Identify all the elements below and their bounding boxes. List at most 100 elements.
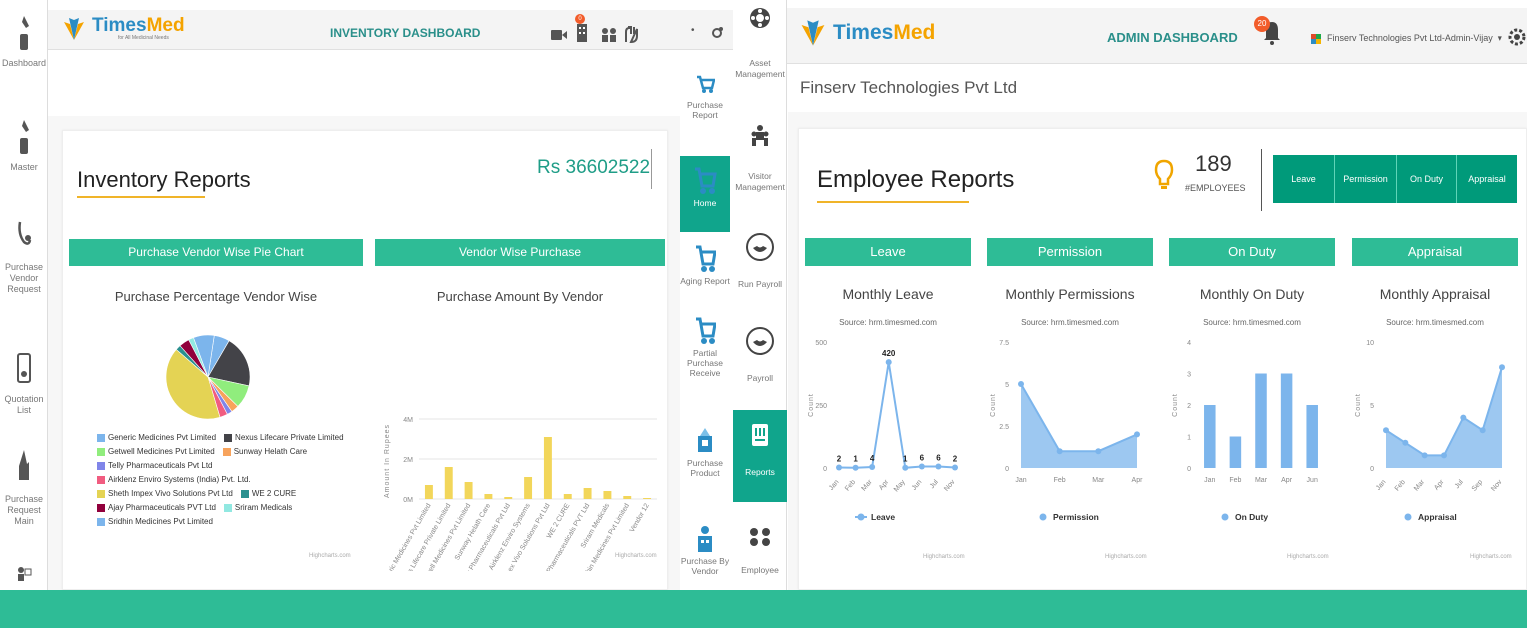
admin-notifications-button[interactable]: 20 xyxy=(1254,16,1282,51)
hand-icon[interactable] xyxy=(623,24,639,44)
nav-payroll[interactable]: Payroll xyxy=(733,326,787,384)
pie-legend-item[interactable]: Telly Pharmaceuticals Pvt Ltd xyxy=(97,461,213,470)
chart-legend[interactable]: Permission xyxy=(1039,512,1099,522)
hr-highcharts-credit[interactable]: Highcharts.com xyxy=(923,554,965,560)
hr-chart-svg[interactable]: 0 1 2 3 4 Count Jan Feb Mar Apr Jun On Duty xyxy=(1169,332,1335,542)
users-icon[interactable] xyxy=(601,28,617,42)
vendor-bar[interactable] xyxy=(484,494,493,499)
nav-partial-purchase-receive[interactable]: Partial Purchase Receive xyxy=(680,316,730,378)
nav-aging-report[interactable]: Aging Report xyxy=(680,244,730,286)
video-icon[interactable] xyxy=(551,28,567,42)
data-point[interactable] xyxy=(1499,364,1505,371)
hr-highcharts-credit[interactable]: Highcharts.com xyxy=(1287,554,1329,560)
asset-icon[interactable] xyxy=(748,6,772,30)
user-menu[interactable]: Finserv Technologies Pvt Ltd-Admin-Vijay… xyxy=(1327,33,1502,44)
nav-purchase-product[interactable]: Purchase Product xyxy=(680,426,730,478)
pie-legend-item[interactable]: Generic Medicines Pvt Limited xyxy=(97,433,216,442)
nav-home[interactable]: Home xyxy=(680,156,730,232)
data-point[interactable] xyxy=(1460,414,1467,421)
highcharts-credit[interactable]: Highcharts.com xyxy=(309,553,351,559)
dropdown-caret-icon[interactable]: • xyxy=(691,25,695,36)
hr-chart-svg[interactable]: 0 5 10 Count Jan Feb Mar Apr Jul Sep Nov Appraisal xyxy=(1352,332,1518,542)
sidebar-item-purchase-request-main[interactable]: Purchase Request Main xyxy=(0,448,48,527)
data-point[interactable] xyxy=(869,463,876,470)
x-tick-label: Jan xyxy=(1015,477,1026,484)
vendor-bar[interactable] xyxy=(603,491,612,499)
vendor-bar[interactable] xyxy=(563,494,572,499)
settings-gear-icon[interactable] xyxy=(710,26,724,40)
vendor-bar[interactable] xyxy=(524,477,533,499)
data-point[interactable] xyxy=(885,359,892,366)
data-point[interactable] xyxy=(952,464,958,471)
vendor-bar[interactable] xyxy=(623,496,632,499)
pie-legend-item[interactable]: Sriram Medicals xyxy=(223,503,292,512)
timesmed-logo[interactable]: TimesMed for All Medicinal Needs xyxy=(60,16,185,42)
sidebar-item-master[interactable]: Master xyxy=(0,118,48,173)
chart-legend[interactable]: Appraisal xyxy=(1404,512,1457,522)
data-point[interactable] xyxy=(1402,439,1409,446)
nav-visitor-management[interactable]: Visitor Management xyxy=(733,124,787,193)
vendor-bar-chart[interactable]: 0M 2M 4M Amount In Rupees Generic Medicines … xyxy=(375,311,665,571)
pie-legend-item[interactable]: Ajay Pharmaceuticals PVT Ltd xyxy=(97,503,216,512)
vendor-bar[interactable] xyxy=(543,437,552,499)
vendor-bar[interactable] xyxy=(444,467,453,499)
pie-legend-item[interactable]: Sheth Impex Vivo Solutions Pvt Ltd xyxy=(97,489,233,498)
vendor-bar[interactable] xyxy=(504,497,513,499)
sidebar-item-purchase-vendor-request[interactable]: Purchase Vendor Request xyxy=(0,220,48,295)
sidebar-item-quotation-list[interactable]: Quotation List xyxy=(0,350,48,416)
highcharts-credit-2[interactable]: Highcharts.com xyxy=(615,553,657,559)
pie-legend-item[interactable]: Getwell Medicines Pvt Limited xyxy=(97,447,215,456)
hr-highcharts-credit[interactable]: Highcharts.com xyxy=(1470,554,1512,560)
data-point[interactable] xyxy=(1421,452,1428,459)
nav-run-payroll[interactable]: Run Payroll xyxy=(733,232,787,290)
on-duty-bar[interactable] xyxy=(1306,405,1318,468)
pie-legend-item[interactable]: Sridhin Medicines Pvt Limited xyxy=(97,517,213,526)
hr-chart-svg[interactable]: 0 250 500 Count 2 Jan 1 Feb 4 Mar 420 Apr 1 May 6 Jun 6 J… xyxy=(805,332,971,542)
pie-legend-item[interactable]: Sunway Helath Care xyxy=(222,447,307,456)
vendor-bar[interactable] xyxy=(583,488,592,499)
sidebar-item-dashboard[interactable]: Dashboard xyxy=(0,14,48,69)
vendor-bar[interactable] xyxy=(464,482,473,499)
y-tick-label: 250 xyxy=(815,403,827,410)
data-point[interactable] xyxy=(1383,427,1389,434)
data-point[interactable] xyxy=(1095,448,1102,455)
pie-legend-item[interactable]: Airklenz Enviro Systems (India) Pvt. Ltd… xyxy=(97,475,251,484)
pie-legend-item[interactable]: Nexus Lifecare Private Limited xyxy=(224,433,344,442)
sidebar-item-more[interactable] xyxy=(0,565,48,587)
on-duty-bar[interactable] xyxy=(1280,373,1293,469)
hr-highcharts-credit[interactable]: Highcharts.com xyxy=(1105,554,1147,560)
permission-button[interactable]: Permission xyxy=(1335,155,1397,203)
admin-settings-gear-icon[interactable] xyxy=(1507,26,1527,48)
nav-purchase-by-vendor[interactable]: Purchase By Vendor xyxy=(680,524,730,576)
data-point[interactable] xyxy=(1479,427,1486,434)
appraisal-button[interactable]: Appraisal xyxy=(1457,155,1517,203)
pie-legend-item[interactable]: WE 2 CURE xyxy=(240,489,296,498)
data-point[interactable] xyxy=(1056,448,1063,455)
on-duty-bar[interactable] xyxy=(1255,373,1267,469)
vendor-bar[interactable] xyxy=(643,498,652,499)
data-point[interactable] xyxy=(935,463,942,470)
leave-button[interactable]: Leave xyxy=(1273,155,1335,203)
data-point[interactable] xyxy=(1018,381,1024,387)
data-point[interactable] xyxy=(836,464,842,471)
nav-employee[interactable]: Employee xyxy=(733,526,787,576)
on-duty-button[interactable]: On Duty xyxy=(1397,155,1457,203)
on-duty-bar[interactable] xyxy=(1229,436,1242,469)
nav-reports[interactable]: Reports xyxy=(733,410,787,502)
vendor-pie-chart[interactable] xyxy=(163,327,253,427)
on-duty-bar[interactable] xyxy=(1204,405,1216,468)
notifications-button[interactable]: 0 xyxy=(575,14,589,47)
data-point[interactable] xyxy=(1134,431,1140,438)
data-point[interactable] xyxy=(902,464,909,471)
hr-chart-svg[interactable]: 0 2.5 5 7.5 Count Jan Feb Mar Apr Permission xyxy=(987,332,1153,542)
chart-legend[interactable]: Leave xyxy=(855,512,895,522)
admin-timesmed-logo[interactable]: TimesMed xyxy=(797,18,935,48)
data-point[interactable] xyxy=(852,464,859,471)
vendor-bar[interactable] xyxy=(424,485,433,499)
employee-icon xyxy=(750,528,770,546)
chart-legend[interactable]: On Duty xyxy=(1221,512,1269,522)
data-point[interactable] xyxy=(1441,452,1447,459)
data-point[interactable] xyxy=(918,463,925,470)
nav-asset-management[interactable]: Asset Management xyxy=(733,58,787,80)
nav-purchase-report[interactable]: Purchase Report xyxy=(680,74,730,120)
